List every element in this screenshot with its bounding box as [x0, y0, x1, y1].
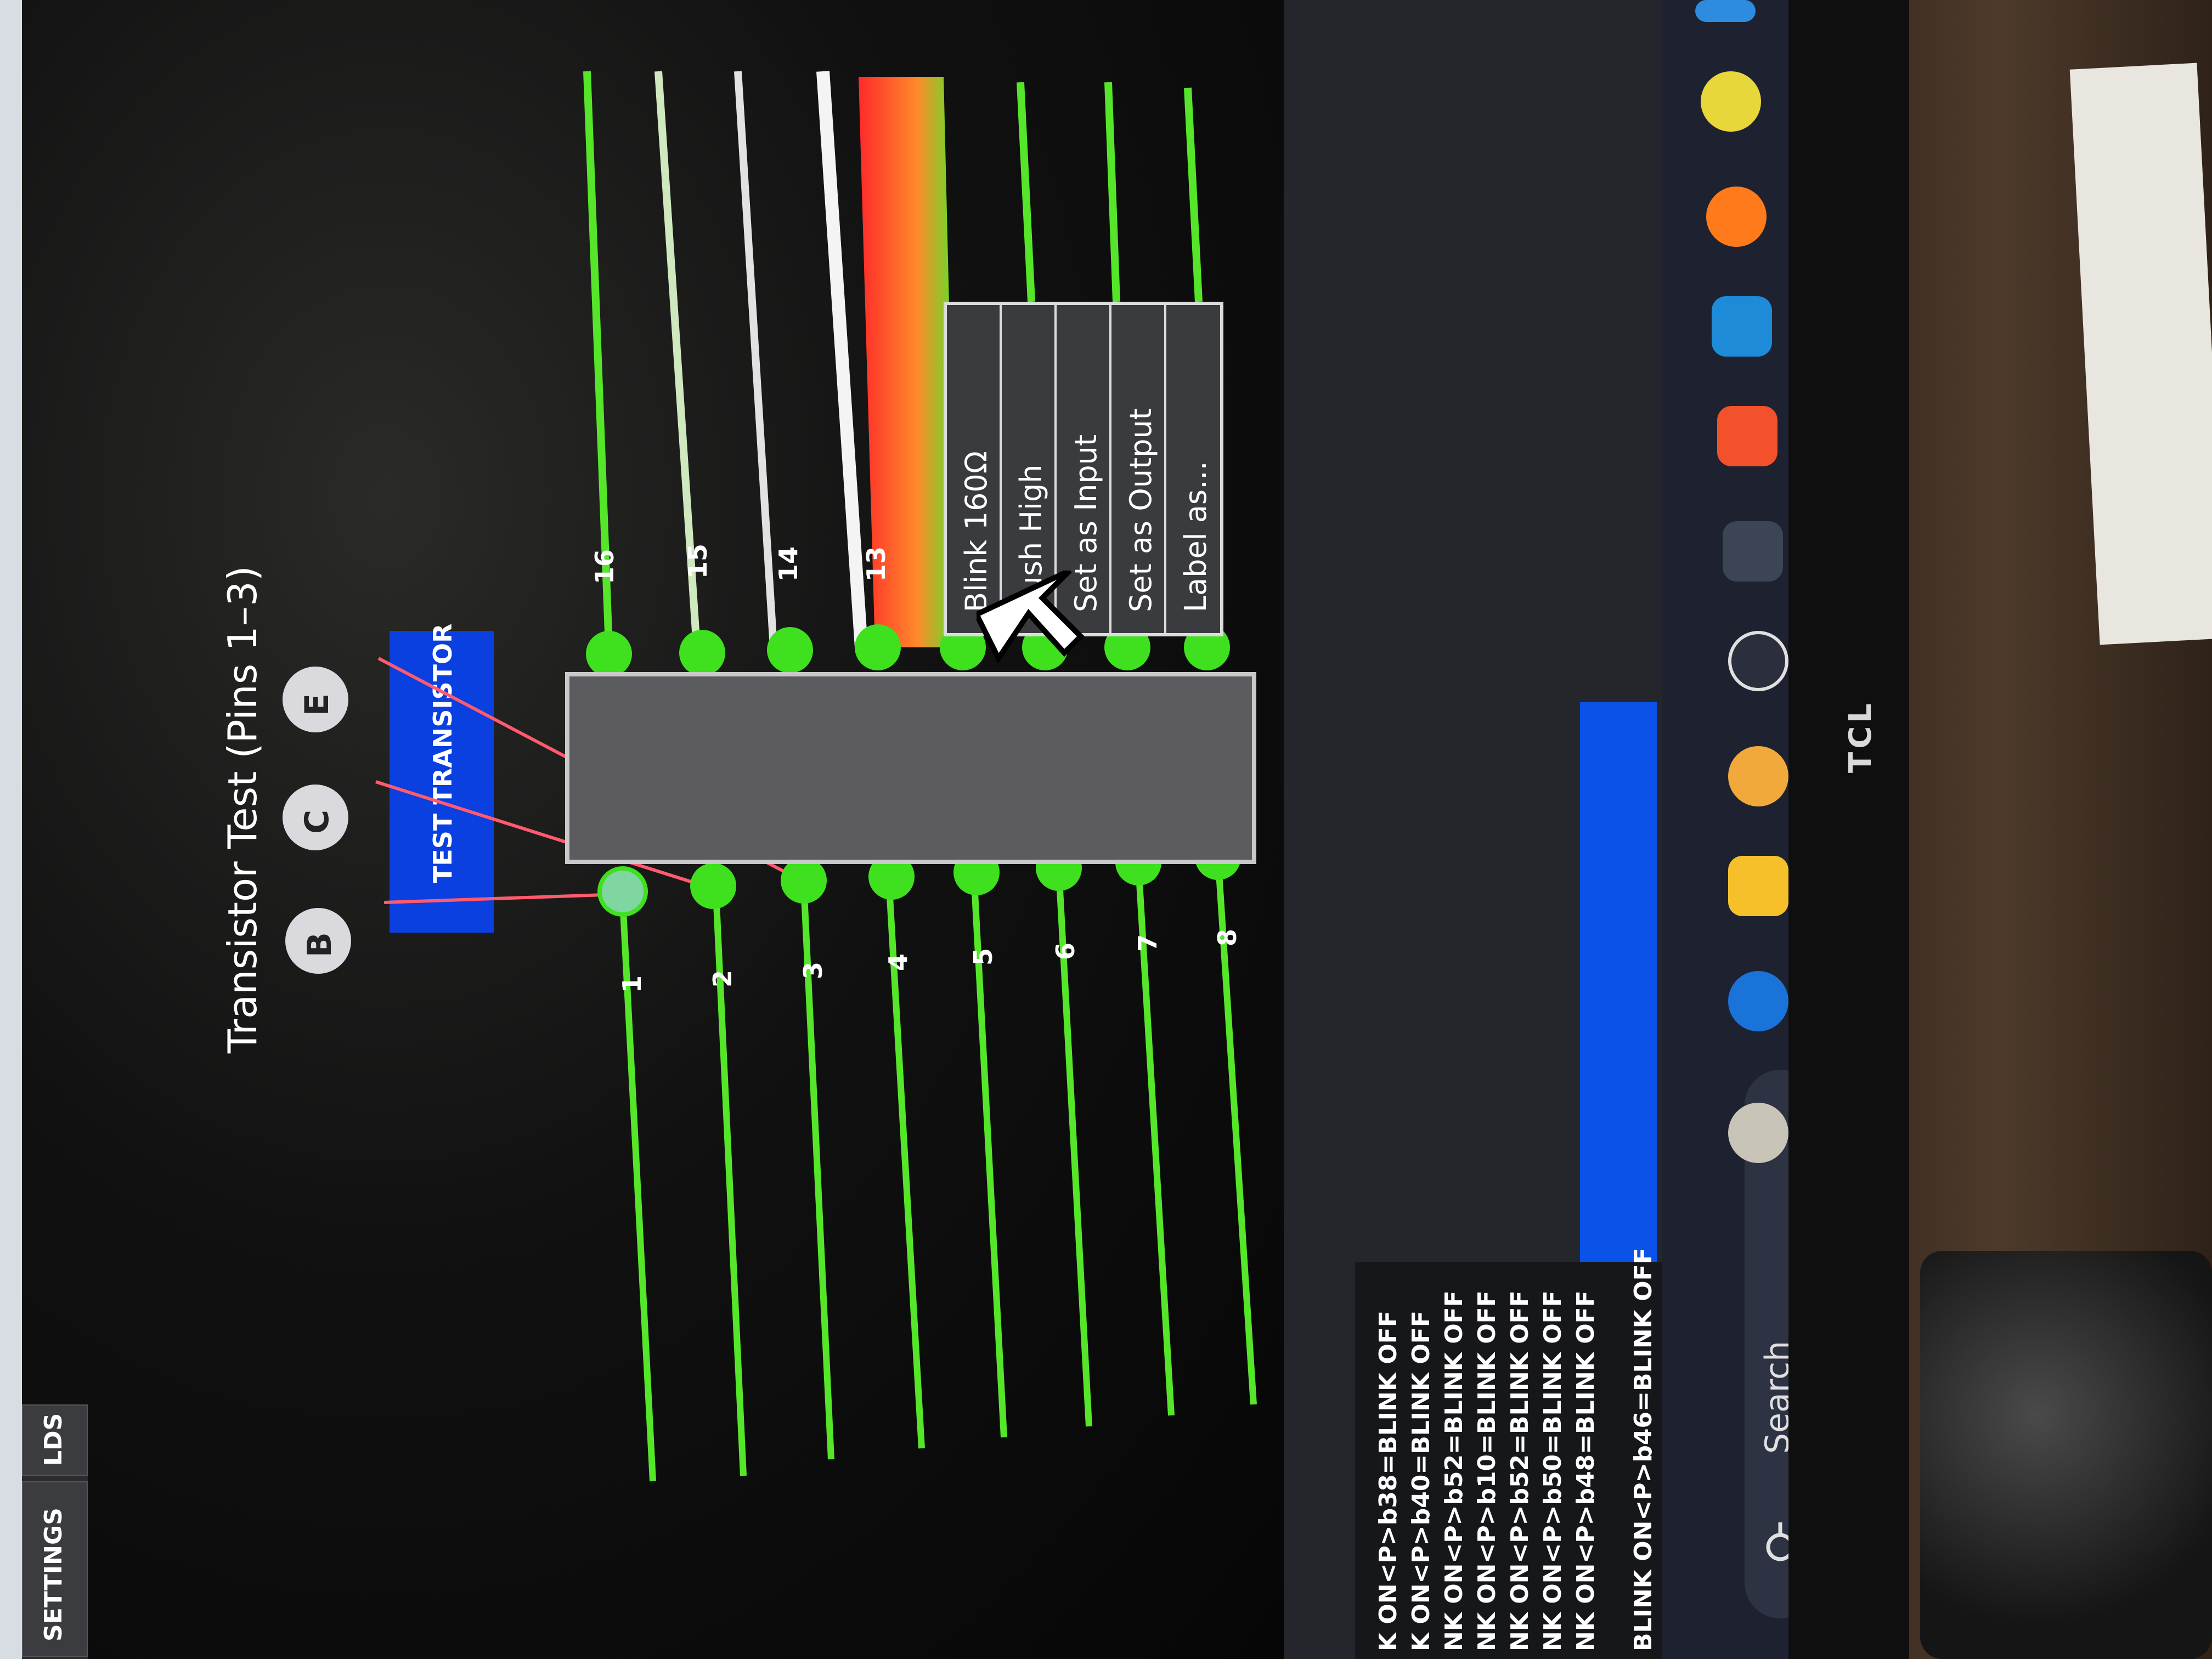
pin-label-4: 4 — [883, 953, 913, 971]
search-label: Search — [1758, 1340, 1788, 1454]
file-explorer-icon[interactable] — [1728, 856, 1788, 916]
ic-chip-body — [565, 672, 1256, 864]
trace-pin-10 — [1184, 87, 1203, 302]
pin-label-14: 14 — [774, 546, 803, 582]
terminal-icon[interactable] — [1723, 521, 1783, 582]
outlook-icon[interactable] — [1728, 971, 1788, 1031]
log-line: NK ON<P>b48=BLINK OFF — [1572, 1290, 1600, 1651]
menu-item-set-output[interactable]: Set as Output — [1111, 305, 1166, 633]
app-window: SETTINGS LDS Transistor Test (Pins 1–3) … — [0, 0, 1284, 1659]
log-line: NK ON<P>b10=BLINK OFF — [1473, 1290, 1501, 1651]
log-output: K ON<P>b38=BLINK OFF K ON<P>b40=BLINK OF… — [1355, 1248, 1684, 1659]
log-line: NK ON<P>b52=BLINK OFF — [1440, 1290, 1468, 1651]
log-line: BLINK ON<P>b46=BLINK OFF — [1629, 1248, 1657, 1651]
trace-pin-12 — [1017, 82, 1035, 302]
pin-label-1: 1 — [617, 975, 647, 993]
pin-pad-16[interactable] — [586, 631, 632, 677]
pin-label-16: 16 — [590, 549, 619, 584]
chatgpt-icon[interactable] — [1728, 631, 1788, 691]
pin-label-7: 7 — [1133, 934, 1163, 952]
firefox-icon[interactable] — [1706, 187, 1767, 247]
pin-label-8: 8 — [1212, 928, 1242, 946]
pin-pad-1[interactable] — [597, 866, 648, 917]
pin-label-13: 13 — [861, 546, 891, 582]
log-line: K ON<P>b38=BLINK OFF — [1374, 1311, 1402, 1651]
vscode-icon[interactable] — [1712, 296, 1772, 357]
pin-label-5: 5 — [968, 947, 998, 966]
pin-pad-15[interactable] — [679, 630, 725, 676]
pin-pad-14[interactable] — [767, 627, 813, 673]
plastic-bag — [1920, 1251, 2212, 1659]
wire-base — [383, 893, 620, 904]
weather-icon[interactable] — [1728, 746, 1788, 806]
log-line: NK ON<P>b52=BLINK OFF — [1506, 1290, 1534, 1651]
menu-item-label-as[interactable]: Label as... — [1166, 305, 1221, 633]
menu-item-label-as-label: Label as... — [1178, 461, 1213, 612]
brave-icon[interactable] — [1717, 406, 1778, 466]
menu-item-set-output-label: Set as Output — [1124, 408, 1158, 612]
trace-pin-13 — [816, 71, 868, 648]
mouse-cursor-icon — [977, 571, 1085, 664]
pin-pad-13[interactable] — [855, 624, 901, 670]
screen: SETTINGS LDS Transistor Test (Pins 1–3) … — [0, 0, 1788, 1659]
pin-label-15: 15 — [683, 543, 713, 579]
search-icon — [1766, 1522, 1788, 1561]
app-icon[interactable] — [1701, 71, 1761, 132]
pin-label-6: 6 — [1051, 942, 1080, 960]
monitor-brand-logo: TCL — [1842, 700, 1878, 773]
pin-pad-3[interactable] — [781, 857, 827, 904]
log-line: K ON<P>b40=BLINK OFF — [1407, 1311, 1435, 1651]
log-line: NK ON<P>b50=BLINK OFF — [1539, 1290, 1567, 1651]
pebbles-icon[interactable] — [1728, 1103, 1788, 1163]
trace-pin-11 — [1104, 82, 1120, 302]
pin-label-2: 2 — [708, 969, 737, 988]
app-icon-2[interactable] — [1695, 0, 1756, 22]
trace-pin-14 — [734, 71, 777, 648]
pin-label-3: 3 — [798, 961, 828, 979]
pin-pad-2[interactable] — [690, 863, 736, 909]
